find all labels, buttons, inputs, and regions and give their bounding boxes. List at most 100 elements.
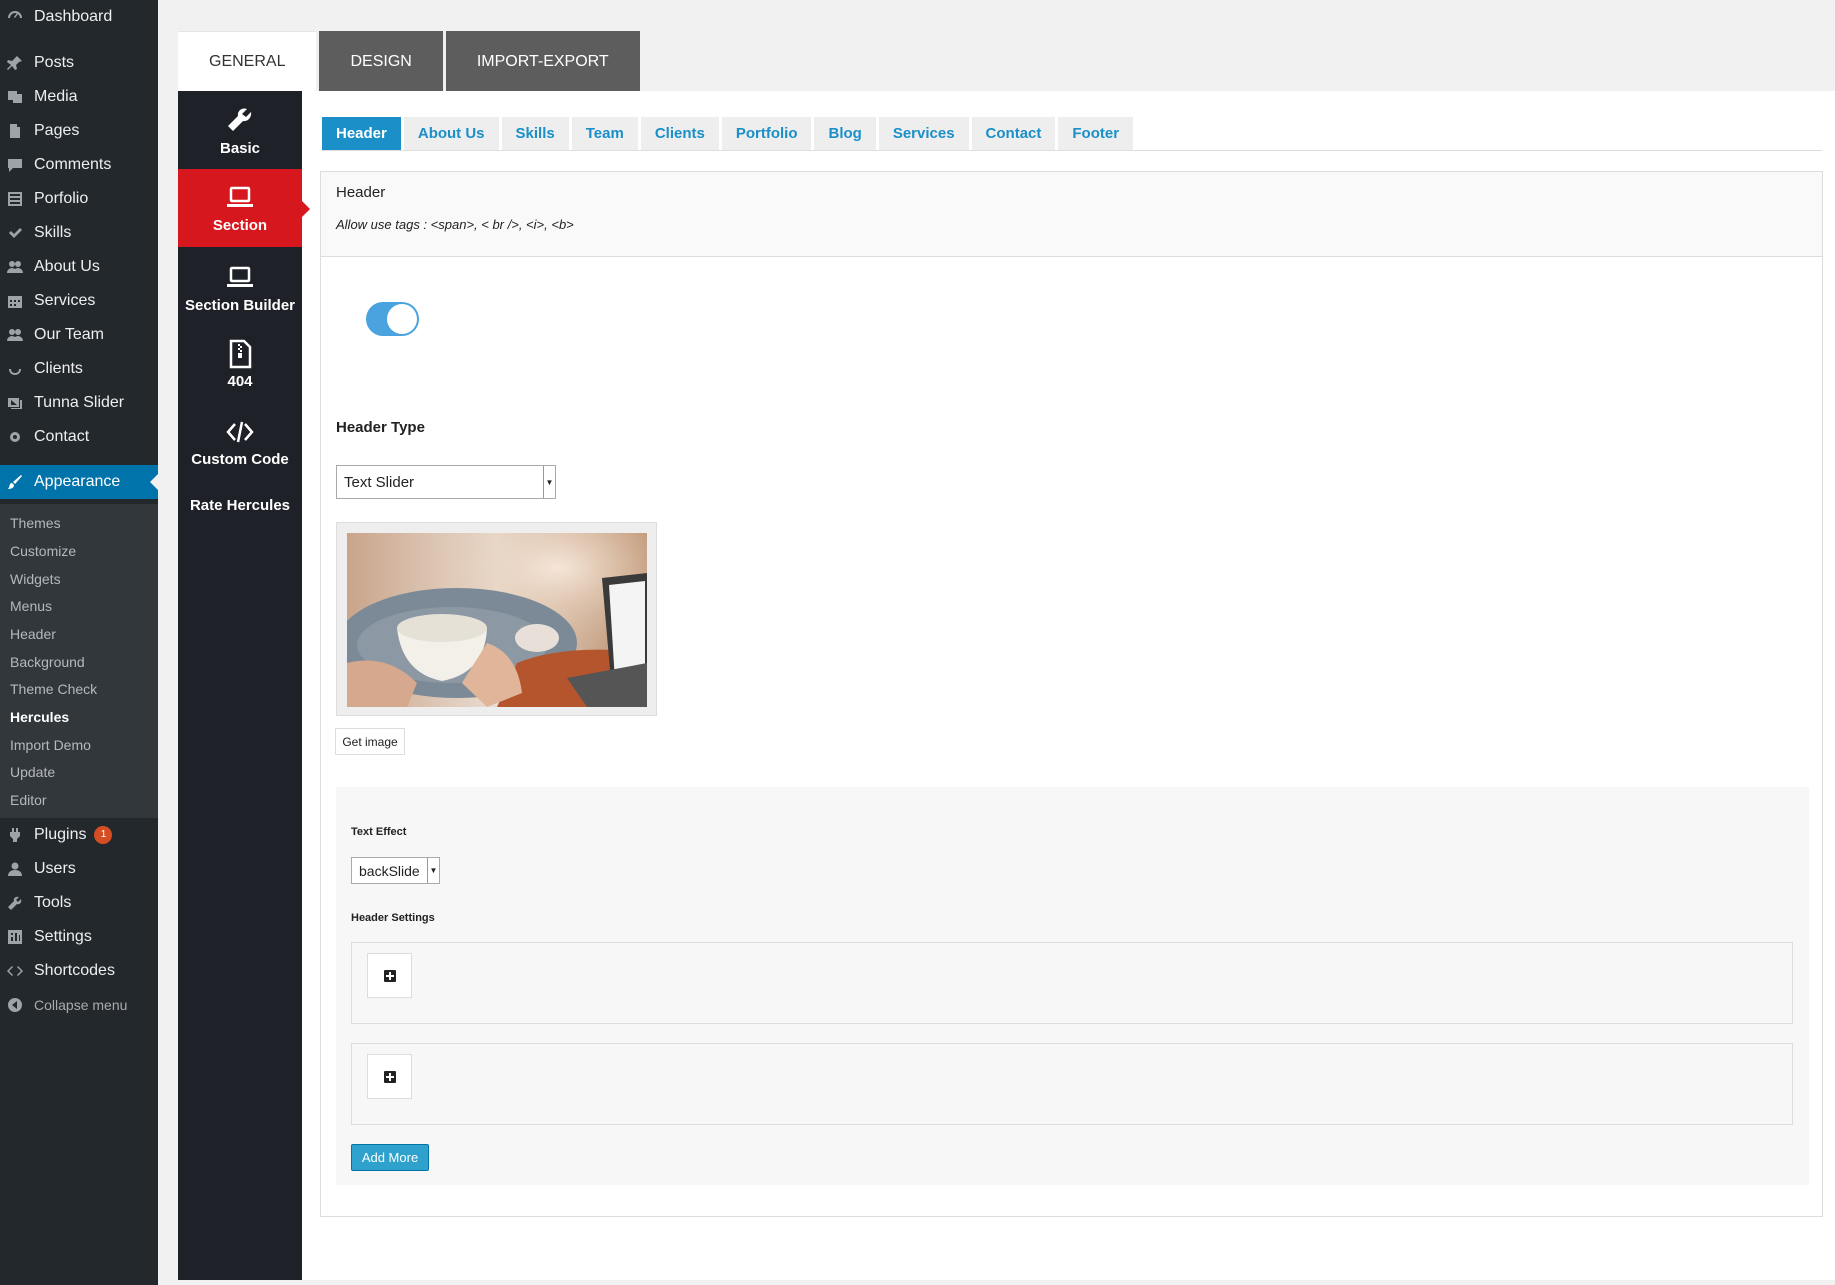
settings-icon [7, 929, 23, 945]
chevron-down-icon: ▼ [543, 466, 555, 498]
section-title: Header [336, 184, 386, 201]
tab-clients[interactable]: Clients [640, 117, 719, 150]
nav-rate-hercules[interactable]: Rate Hercules [178, 497, 302, 527]
menu-label: Appearance [34, 473, 121, 490]
menu-appearance[interactable]: Appearance [0, 465, 158, 499]
top-tabs: GENERAL DESIGN IMPORT-EXPORT [178, 31, 643, 91]
admin-sidebar: Dashboard Posts Media Pages Comments Por… [0, 0, 158, 1285]
submenu-update[interactable]: Update [10, 764, 55, 780]
submenu-header[interactable]: Header [10, 626, 56, 642]
tab-footer[interactable]: Footer [1058, 117, 1134, 150]
appearance-submenu: Themes Customize Widgets Menus Header Ba… [0, 504, 158, 818]
calendar-icon [7, 293, 23, 309]
menu-label: Plugins [34, 826, 87, 843]
menu-tools[interactable]: Tools [0, 886, 158, 920]
nav-404[interactable]: 404 [178, 339, 302, 399]
chevron-down-icon: ▼ [427, 858, 439, 883]
code-icon [226, 421, 254, 443]
menu-our-team[interactable]: Our Team [0, 318, 158, 352]
submenu-themes[interactable]: Themes [10, 515, 61, 531]
nav-basic[interactable]: Basic [178, 106, 302, 166]
menu-services[interactable]: Services [0, 284, 158, 318]
menu-skills[interactable]: Skills [0, 216, 158, 250]
submenu-menus[interactable]: Menus [10, 598, 52, 614]
nav-section-builder[interactable]: Section Builder [178, 263, 302, 323]
menu-label: About Us [34, 258, 100, 275]
submenu-theme-check[interactable]: Theme Check [10, 681, 97, 697]
options-nav: Basic Section Section Builder 404 Custom… [178, 91, 310, 1280]
menu-porfolio[interactable]: Porfolio [0, 182, 158, 216]
tab-about-us[interactable]: About Us [403, 117, 499, 150]
header-settings-item [351, 942, 1793, 1024]
menu-tunna-slider[interactable]: Tunna Slider [0, 386, 158, 420]
menu-settings[interactable]: Settings [0, 920, 158, 954]
brush-icon [7, 474, 23, 490]
expand-button[interactable] [367, 953, 412, 998]
menu-users[interactable]: Users [0, 852, 158, 886]
menu-comments[interactable]: Comments [0, 148, 158, 182]
wrench-icon [7, 895, 23, 911]
nav-label: Custom Code [191, 451, 289, 468]
menu-label: Users [34, 860, 76, 877]
menu-clients[interactable]: Clients [0, 352, 158, 386]
smile-icon [7, 361, 23, 377]
tab-import-export[interactable]: IMPORT-EXPORT [445, 31, 640, 91]
collapse-menu[interactable]: Collapse menu [0, 988, 158, 1022]
nav-label: Section Builder [184, 297, 296, 314]
submenu-customize[interactable]: Customize [10, 543, 76, 559]
file-zip-icon [229, 339, 252, 369]
get-image-button[interactable]: Get image [335, 728, 405, 755]
tab-header[interactable]: Header [322, 117, 401, 150]
menu-label: Tools [34, 894, 72, 911]
images-icon [7, 395, 23, 411]
menu-shortcodes[interactable]: Shortcodes [0, 954, 158, 988]
select-value: Text Slider [344, 473, 415, 491]
laptop-icon [227, 186, 253, 207]
nav-section[interactable]: Section [178, 169, 310, 247]
submenu-hercules[interactable]: Hercules [10, 709, 69, 725]
tab-general[interactable]: GENERAL [178, 31, 317, 91]
gear-icon [7, 429, 23, 445]
laptop-icon [227, 266, 253, 287]
menu-posts[interactable]: Posts [0, 46, 158, 80]
submenu-import-demo[interactable]: Import Demo [10, 737, 91, 753]
pin-icon [7, 55, 23, 71]
menu-plugins[interactable]: Plugins 1 [0, 818, 158, 852]
menu-label: Porfolio [34, 190, 89, 207]
collapse-icon [7, 997, 23, 1013]
menu-label: Our Team [34, 326, 104, 343]
header-image [347, 533, 647, 707]
header-settings-item [351, 1043, 1793, 1125]
nav-custom-code[interactable]: Custom Code [178, 417, 302, 477]
code-icon [7, 963, 23, 979]
tab-portfolio[interactable]: Portfolio [721, 117, 812, 150]
header-enable-toggle[interactable] [366, 302, 419, 336]
submenu-editor[interactable]: Editor [10, 792, 47, 808]
tab-contact[interactable]: Contact [971, 117, 1056, 150]
tab-services[interactable]: Services [878, 117, 969, 150]
menu-pages[interactable]: Pages [0, 114, 158, 148]
menu-dashboard[interactable]: Dashboard [0, 0, 158, 34]
header-type-select[interactable]: Text Slider ▼ [336, 465, 556, 499]
select-value: backSlide [359, 862, 420, 879]
text-effect-select[interactable]: backSlide ▼ [351, 857, 440, 884]
menu-label: Services [34, 292, 96, 309]
tab-blog[interactable]: Blog [814, 117, 876, 150]
plugin-icon [7, 827, 23, 843]
nav-label: 404 [227, 373, 253, 390]
expand-button[interactable] [367, 1054, 412, 1099]
plus-square-icon [383, 1070, 396, 1083]
menu-label: Shortcodes [34, 962, 115, 979]
tab-team[interactable]: Team [571, 117, 638, 150]
tab-design[interactable]: DESIGN [319, 31, 443, 91]
submenu-widgets[interactable]: Widgets [10, 571, 61, 587]
tab-skills[interactable]: Skills [501, 117, 569, 150]
dashboard-icon [7, 9, 23, 25]
menu-about-us[interactable]: About Us [0, 250, 158, 284]
menu-contact[interactable]: Contact [0, 420, 158, 454]
add-more-button[interactable]: Add More [351, 1144, 429, 1171]
menu-label: Comments [34, 156, 112, 173]
submenu-background[interactable]: Background [10, 654, 85, 670]
menu-media[interactable]: Media [0, 80, 158, 114]
text-effect-settings: Text Effect backSlide ▼ Header Settings … [336, 787, 1809, 1185]
